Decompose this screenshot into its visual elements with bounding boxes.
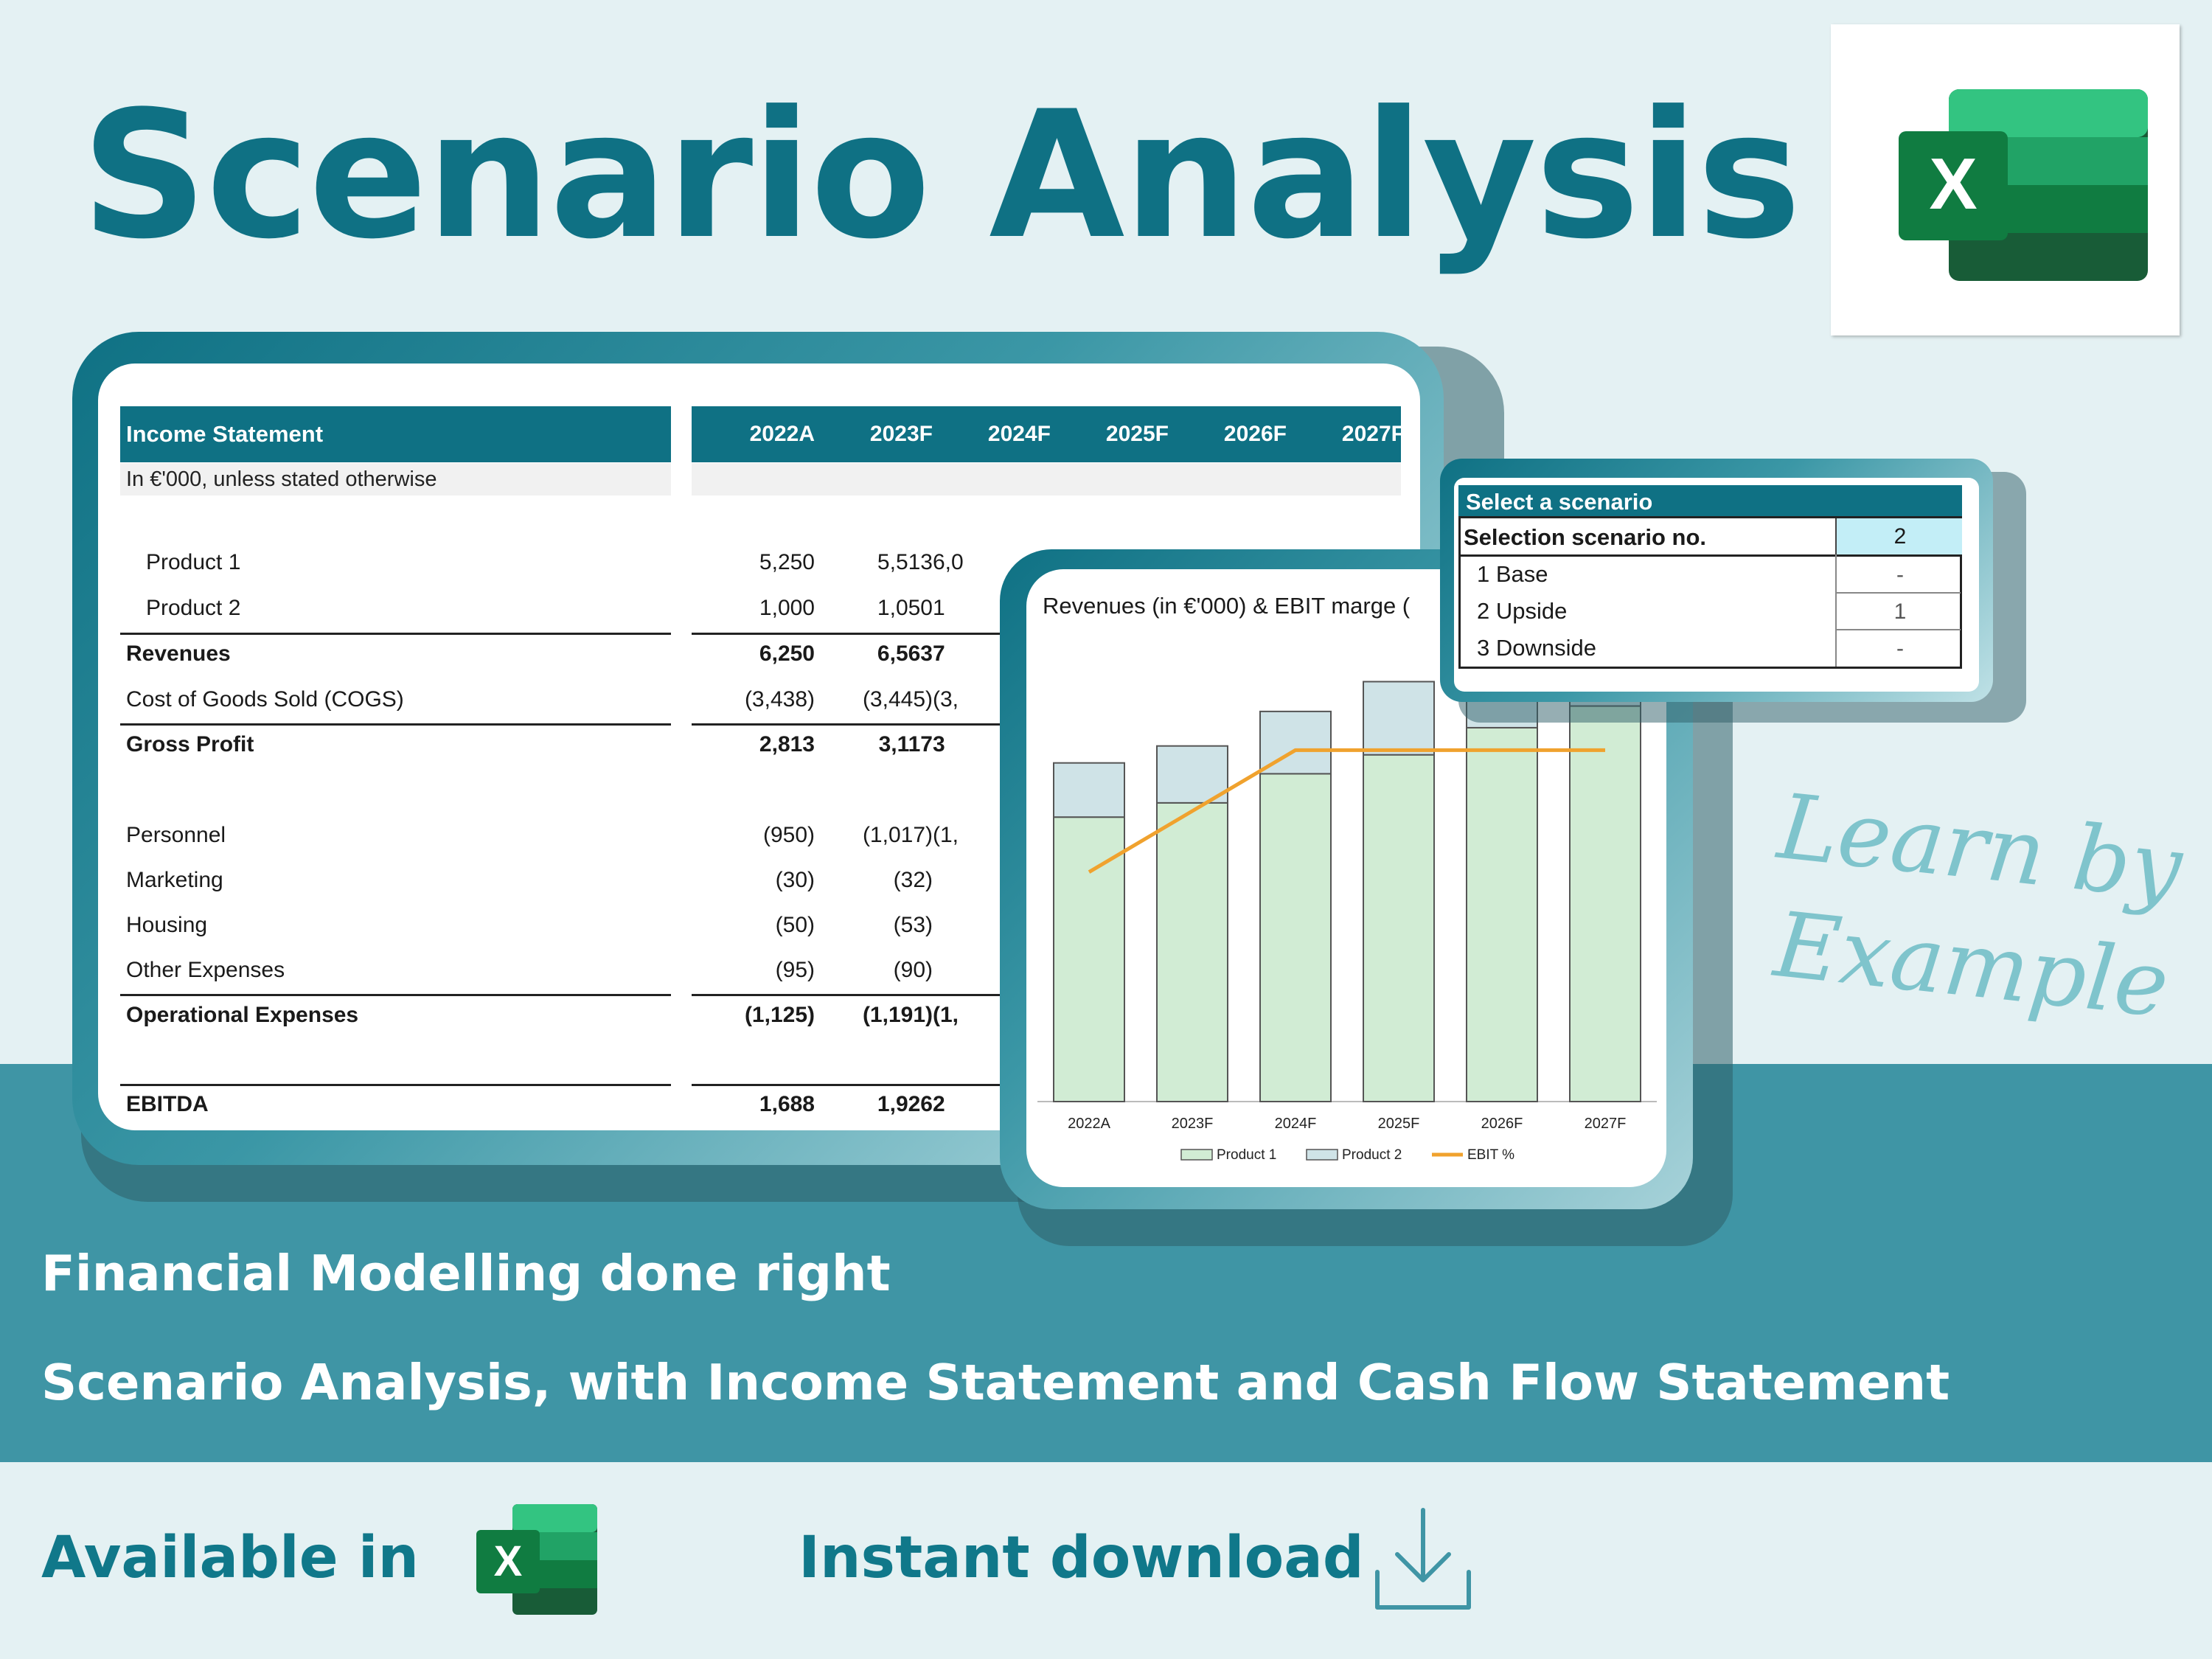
row-value: (3,445)	[862, 687, 933, 712]
row-label: Cost of Goods Sold (COGS)	[126, 687, 404, 712]
row-value: 6,250	[759, 641, 815, 666]
scenario-selector: Select a scenario Selection scenario no.…	[1454, 478, 1979, 692]
x-tick-label: 2027F	[1585, 1116, 1627, 1132]
row-value: (90)	[893, 958, 933, 982]
bar-product-1	[1466, 726, 1538, 1102]
scenario-flag: -	[1896, 563, 1904, 587]
year-header: 2024F	[987, 422, 1051, 446]
income-statement-subtitle: In €'000, unless stated otherwise	[120, 463, 671, 495]
row-value: 2	[933, 1092, 945, 1116]
year-header: 2023F	[869, 422, 933, 446]
legend-swatch	[1180, 1149, 1213, 1161]
year-header: 2027F	[1341, 422, 1405, 446]
row-value: (1,	[933, 823, 959, 847]
legend-label: Product 1	[1217, 1147, 1276, 1163]
row-value: 3	[933, 732, 945, 757]
row-value: 3,117	[878, 732, 933, 757]
row-value: 7	[933, 641, 945, 666]
available-in-label: Available in	[41, 1525, 420, 1591]
scenario-table: Selection scenario no. 2 1 Base - 2 Upsi…	[1458, 516, 1962, 669]
x-tick-label: 2026F	[1481, 1116, 1523, 1132]
row-label: Personnel	[126, 823, 226, 847]
row-value: (95)	[775, 958, 815, 982]
row-value: 1	[933, 596, 945, 620]
row-label: Revenues	[126, 641, 231, 666]
selection-value[interactable]: 2	[1837, 524, 1964, 549]
year-header: 2022A	[749, 422, 815, 446]
row-value: (3,	[933, 687, 959, 712]
bar-product-1	[1569, 705, 1641, 1102]
year-header-row: 2022A 2023F 2024F 2025F 2026F 2027F	[692, 406, 1405, 462]
row-value: (1,	[933, 1003, 959, 1027]
row-value: 1,050	[877, 596, 933, 620]
subtitle-fill	[692, 463, 1401, 495]
cell-divider	[1837, 592, 1961, 594]
scenario-option[interactable]: 3 Downside	[1477, 635, 1596, 661]
svg-text:X: X	[494, 1537, 523, 1585]
row-label: Other Expenses	[126, 958, 285, 982]
row-label: Operational Expenses	[126, 1003, 359, 1027]
divider	[120, 1084, 671, 1086]
divider	[120, 723, 671, 726]
row-value: (950)	[762, 823, 815, 847]
row-value: (32)	[893, 868, 933, 892]
x-tick-label: 2024F	[1275, 1116, 1317, 1132]
excel-icon: X	[1899, 89, 2148, 281]
bar-product-1	[1156, 801, 1228, 1102]
tagline-secondary: Scenario Analysis, with Income Statement…	[41, 1354, 1950, 1411]
year-header: 2025F	[1105, 422, 1169, 446]
instant-download-label: Instant download	[799, 1525, 1364, 1591]
bar-product-1	[1053, 816, 1125, 1102]
cell-divider	[1837, 629, 1961, 630]
x-tick-label: 2023F	[1172, 1116, 1214, 1132]
scenario-flag: 1	[1893, 599, 1907, 624]
row-value: 2,813	[759, 732, 815, 757]
bar-product-2	[1363, 681, 1435, 756]
row-label: Product 2	[146, 596, 241, 620]
row-value: (30)	[775, 868, 815, 892]
row-value: 6,563	[877, 641, 933, 666]
income-statement-title: Income Statement	[120, 406, 671, 462]
bar-product-1	[1363, 754, 1435, 1103]
legend-label: EBIT %	[1467, 1147, 1514, 1163]
svg-text:X: X	[1929, 143, 1977, 224]
row-value: (1,191)	[862, 1003, 933, 1027]
year-header: 2026F	[1223, 422, 1287, 446]
row-label: Marketing	[126, 868, 223, 892]
row-value: 1,926	[877, 1092, 933, 1116]
row-value: (3,438)	[744, 687, 815, 712]
x-tick-label: 2025F	[1378, 1116, 1420, 1132]
scenario-flag: -	[1896, 636, 1904, 661]
scenario-header: Select a scenario	[1458, 485, 1962, 516]
row-label: Gross Profit	[126, 732, 254, 757]
bar-product-1	[1259, 773, 1332, 1102]
excel-logo-card: X	[1831, 24, 2180, 335]
row-label: EBITDA	[126, 1092, 209, 1116]
bar-product-2	[1053, 762, 1125, 818]
row-value: 5,250	[759, 550, 815, 574]
tagline-primary: Financial Modelling done right	[41, 1245, 891, 1302]
row-value: 1,688	[759, 1092, 815, 1116]
scenario-option[interactable]: 1 Base	[1477, 561, 1548, 588]
divider	[120, 994, 671, 996]
divider	[120, 633, 671, 635]
row-value: (1,125)	[744, 1003, 815, 1027]
row-value: (53)	[893, 913, 933, 937]
row-label: Product 1	[146, 550, 241, 574]
legend-swatch	[1306, 1149, 1338, 1161]
page-title: Scenario Analysis	[81, 74, 1801, 278]
row-value: (50)	[775, 913, 815, 937]
row-value: (1,017)	[862, 823, 933, 847]
scenario-option[interactable]: 2 Upside	[1477, 598, 1567, 625]
legend-label: Product 2	[1342, 1147, 1402, 1163]
row-label: Housing	[126, 913, 208, 937]
download-icon[interactable]	[1371, 1504, 1475, 1615]
selection-label: Selection scenario no.	[1464, 524, 1707, 550]
x-tick-label: 2022A	[1068, 1116, 1110, 1132]
row-value: 1,000	[759, 596, 815, 620]
excel-icon: X	[476, 1504, 597, 1615]
